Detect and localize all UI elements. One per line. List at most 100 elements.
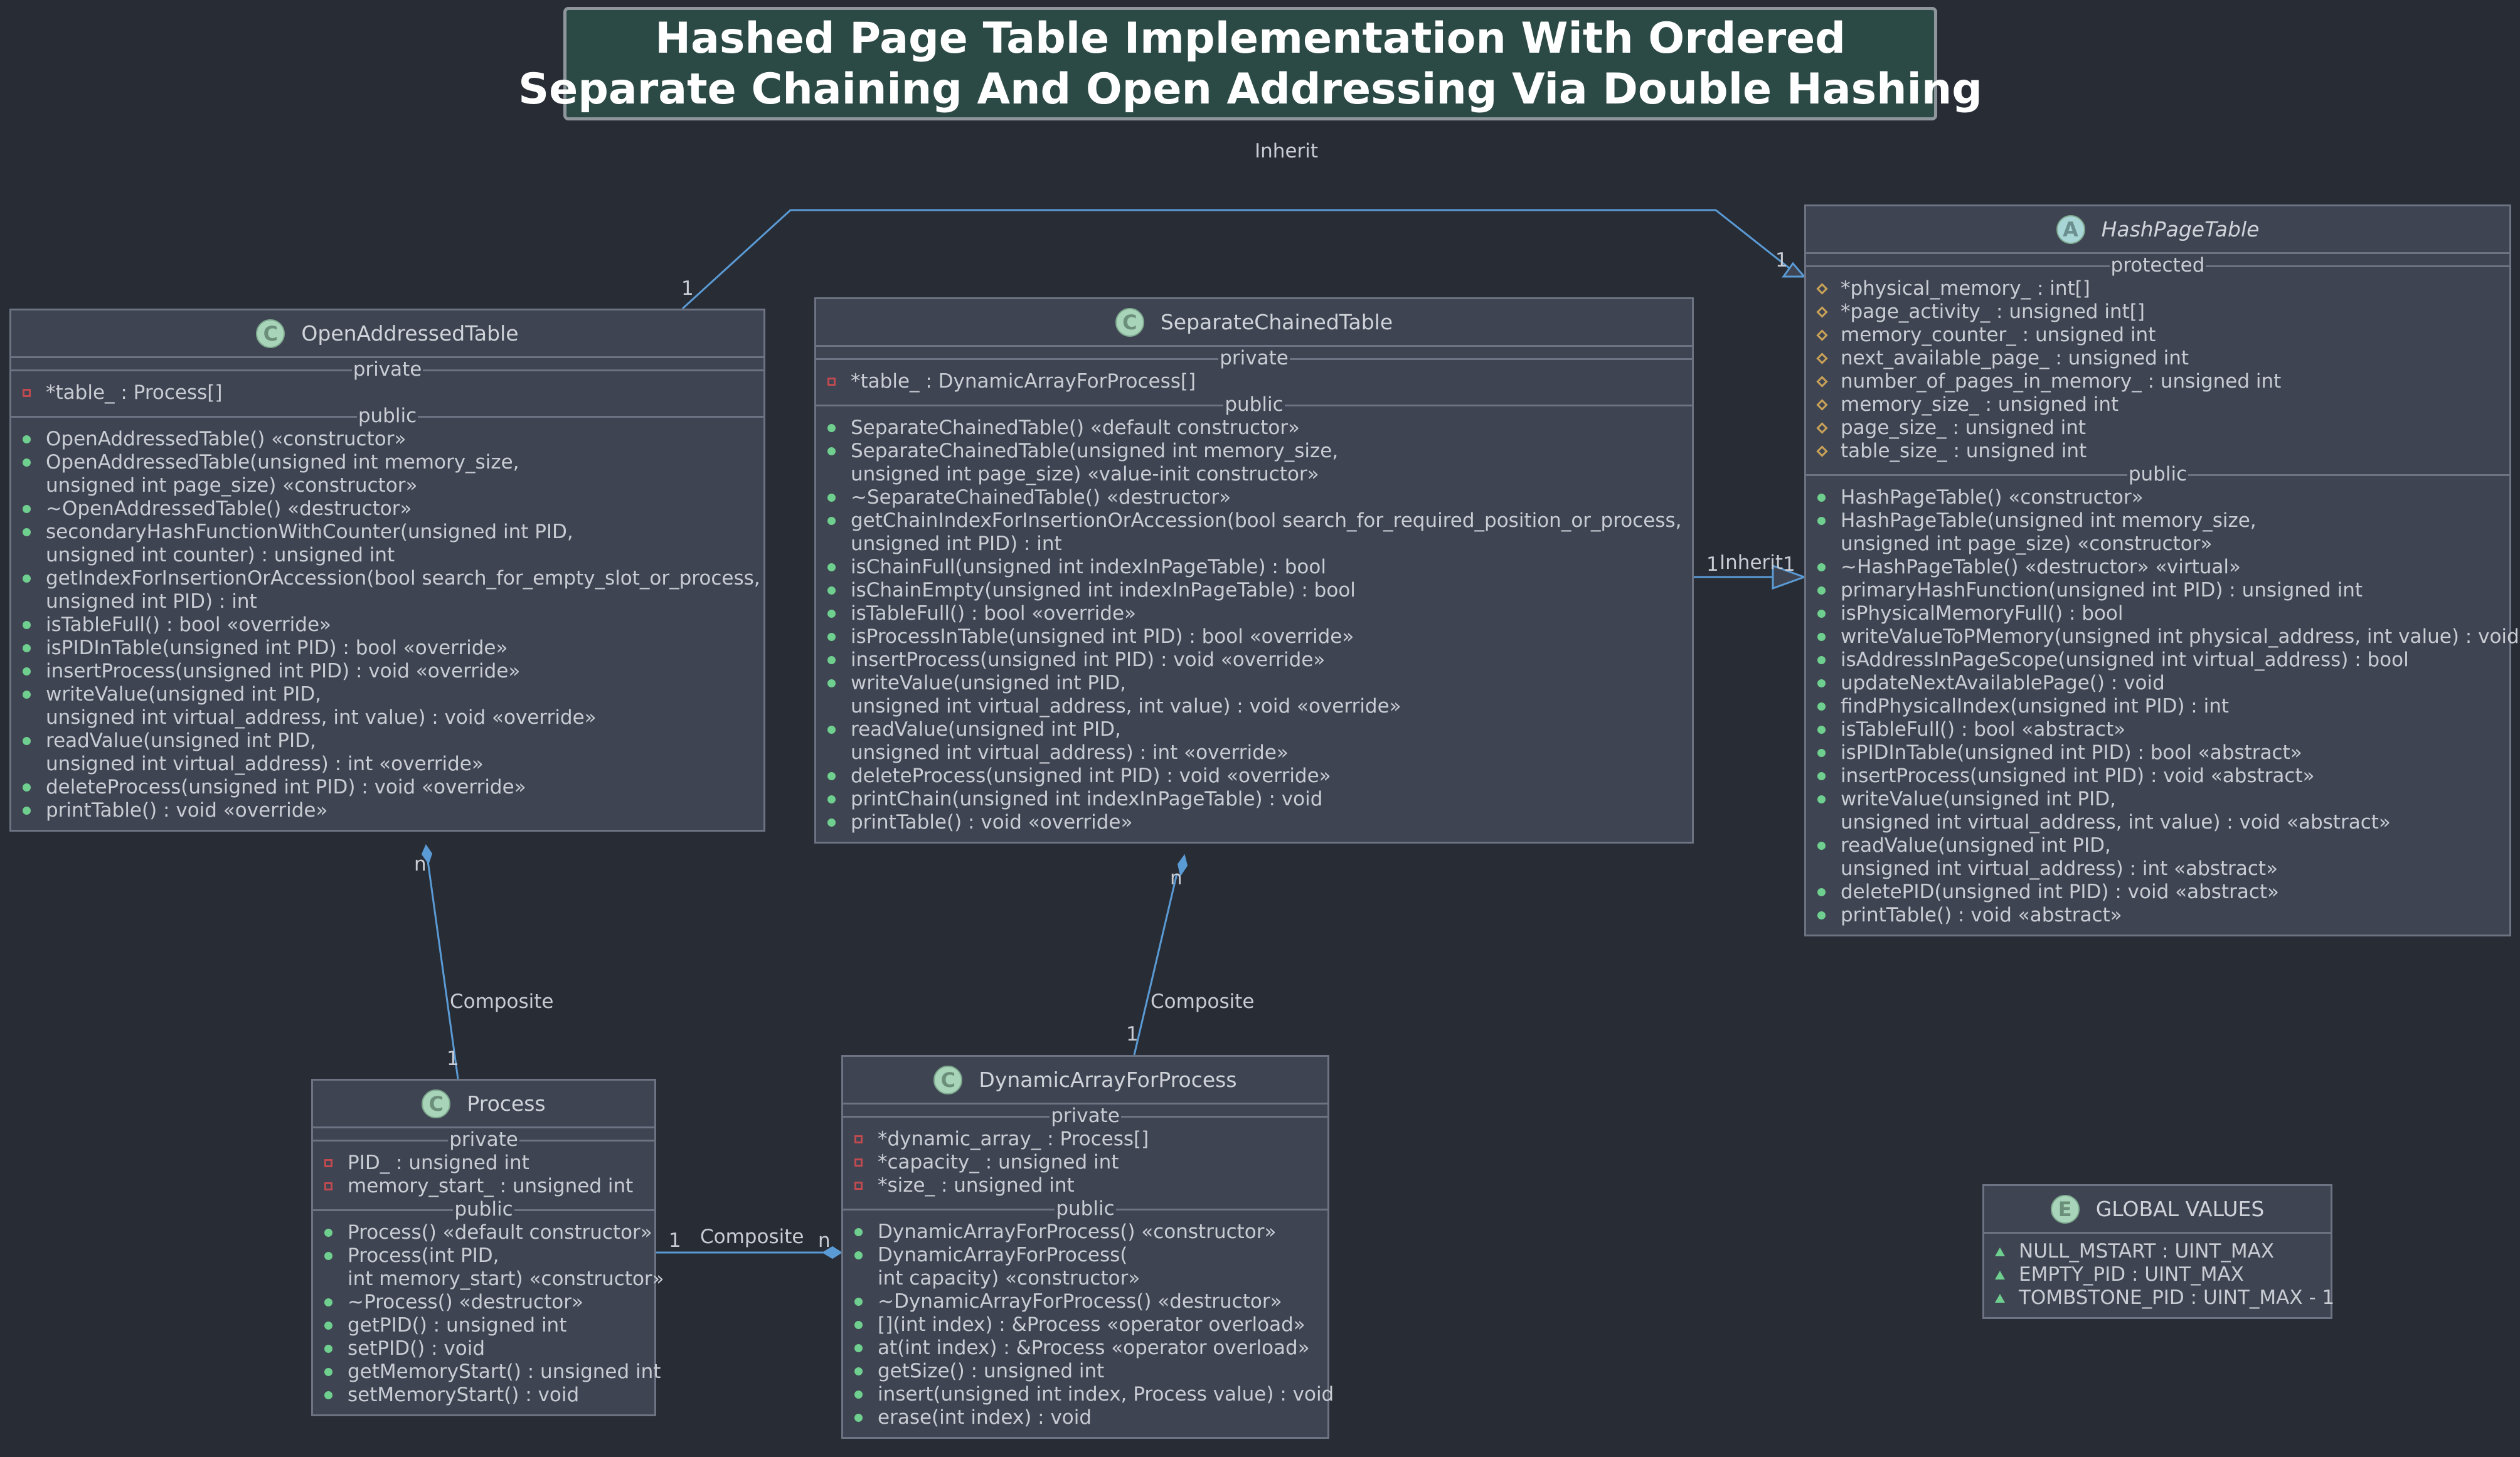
member-marker [853,1251,878,1259]
member-row: printTable() : void «abstract» [1806,904,2509,927]
member-text: ~DynamicArrayForProcess() «destructor» [878,1290,1282,1313]
member-text: deleteProcess(unsigned int PID) : void «… [851,765,1331,787]
member-text: isPhysicalMemoryFull() : bool [1841,602,2124,625]
member-text: unsigned int page_size) «constructor» [46,474,418,497]
member-text: memory_size_ : unsigned int [1841,393,2119,416]
member-text: isAddressInPageScope(unsigned int virtua… [1841,649,2409,671]
member-row: insertProcess(unsigned int PID) : void «… [816,649,1692,672]
member-marker [21,667,46,676]
member-text: *physical_memory_ : int[] [1841,277,2090,300]
member-marker [1816,306,1841,318]
class-dynamic-array-for-process: C DynamicArrayForProcess private *dynamic_a… [841,1055,1334,1439]
member-row: secondaryHashFunctionWithCounter(unsigne… [11,521,763,544]
class-icon: C [933,1065,963,1094]
public-marker-icon [1817,656,1826,664]
member-marker [853,1158,878,1167]
member-text: ~OpenAddressedTable() «destructor» [46,497,412,520]
member-text: insertProcess(unsigned int PID) : void «… [1841,765,2315,787]
member-text: insertProcess(unsigned int PID) : void «… [46,660,521,682]
member-row: table_size_ : unsigned int [1806,440,2509,463]
enum-value-marker-icon [1995,1270,2005,1280]
member-text: OpenAddressedTable() «constructor» [46,428,407,450]
member-marker [21,644,46,652]
member-marker [826,494,851,502]
protected-marker-icon [1816,399,1828,411]
member-text: unsigned int PID) : int [851,532,1062,555]
member-row: *table_ : DynamicArrayForProcess[] [816,370,1692,393]
member-marker [322,1298,348,1306]
protected-marker-icon [1816,376,1828,388]
public-marker-icon [1817,494,1826,502]
member-text: erase(int index) : void [878,1406,1092,1429]
member-text: unsigned int page_size) «constructor» [1841,532,2213,555]
edge-sct-inherit-label: Inherit [1720,551,1784,574]
member-row: unsigned int page_size) «constructor» [11,474,763,497]
member-marker [1816,422,1841,434]
member-text: EMPTY_PID : UINT_MAX [2019,1263,2244,1286]
protected-marker-icon [1816,422,1828,434]
member-row: isTableFull() : bool «override» [816,602,1692,625]
edge-oat-inherit-to-mult: 1 [1775,249,1788,272]
class-header: E GLOBAL VALUES [1984,1186,2331,1234]
class-name: HashPageTable [2101,217,2260,241]
member-text: number_of_pages_in_memory_ : unsigned in… [1841,370,2282,393]
member-row: DynamicArrayForProcess( [843,1244,1327,1267]
member-text: SeparateChainedTable(unsigned int memory… [851,440,1339,462]
public-marker-icon [1817,772,1826,780]
member-row: updateNextAvailablePage() : void [1806,672,2509,695]
member-marker [21,621,46,629]
public-marker-icon [1817,517,1826,525]
member-row: OpenAddressedTable() «constructor» [11,428,763,451]
enum-icon: E [2050,1194,2080,1224]
member-text: insert(unsigned int index, Process value… [878,1383,1334,1406]
member-row: Process(int PID, [313,1244,654,1268]
member-marker [1816,911,1841,919]
enum-value-marker-icon [1995,1293,2005,1303]
member-text: printChain(unsigned int indexInPageTable… [851,788,1323,810]
enum-global-values: E GLOBAL VALUES NULL_MSTART : UINT_MAX EMPT… [1982,1184,2334,1319]
public-marker-icon [1817,679,1826,687]
public-marker-icon [324,1252,332,1260]
section-divider-private: private [313,1128,654,1152]
edge-sct-dyn-label: Composite [1151,990,1255,1013]
member-marker [1816,772,1841,780]
member-row: insertProcess(unsigned int PID) : void «… [11,660,763,683]
member-row: at(int index) : &Process «operator overl… [843,1337,1327,1360]
member-row: ~HashPageTable() «destructor» «virtual» [1806,556,2509,579]
public-marker-icon [23,528,31,536]
private-marker-icon [324,1159,332,1167]
member-marker [826,656,851,664]
member-row: getSize() : unsigned int [843,1360,1327,1383]
section-label: private [448,1128,519,1152]
member-row: erase(int index) : void [843,1406,1327,1429]
member-marker [21,807,46,815]
member-row: readValue(unsigned int PID, [816,718,1692,741]
member-row: ~OpenAddressedTable() «destructor» [11,497,763,521]
member-marker [1994,1270,2019,1280]
member-marker [1816,376,1841,388]
member-text: HashPageTable() «constructor» [1841,486,2144,509]
member-row: unsigned int virtual_address) : int «ove… [816,741,1692,765]
member-marker [853,1344,878,1352]
member-text: unsigned int virtual_address, int value)… [46,706,597,729]
class-footer [1806,927,2509,935]
section-label: public [2127,463,2189,486]
member-text: unsigned int counter) : unsigned int [46,544,395,566]
member-text: isTableFull() : bool «override» [851,602,1136,625]
member-marker [826,679,851,687]
member-row: HashPageTable() «constructor» [1806,486,2509,509]
member-row: memory_size_ : unsigned int [1806,393,2509,416]
member-text: unsigned int page_size) «value-init cons… [851,463,1319,485]
member-marker [21,575,46,583]
member-marker [1816,749,1841,757]
member-text: deletePID(unsigned int PID) : void «abst… [1841,881,2279,903]
member-marker [1816,842,1841,850]
member-text: readValue(unsigned int PID, [851,718,1121,741]
section-divider-protected: protected [1806,254,2509,277]
member-text: Process(int PID, [348,1244,499,1267]
public-marker-icon [23,807,31,815]
edge-oat-process [427,861,459,1079]
public-marker-icon [1817,888,1826,896]
member-row: unsigned int page_size) «value-init cons… [816,463,1692,486]
public-marker-icon [827,772,836,780]
